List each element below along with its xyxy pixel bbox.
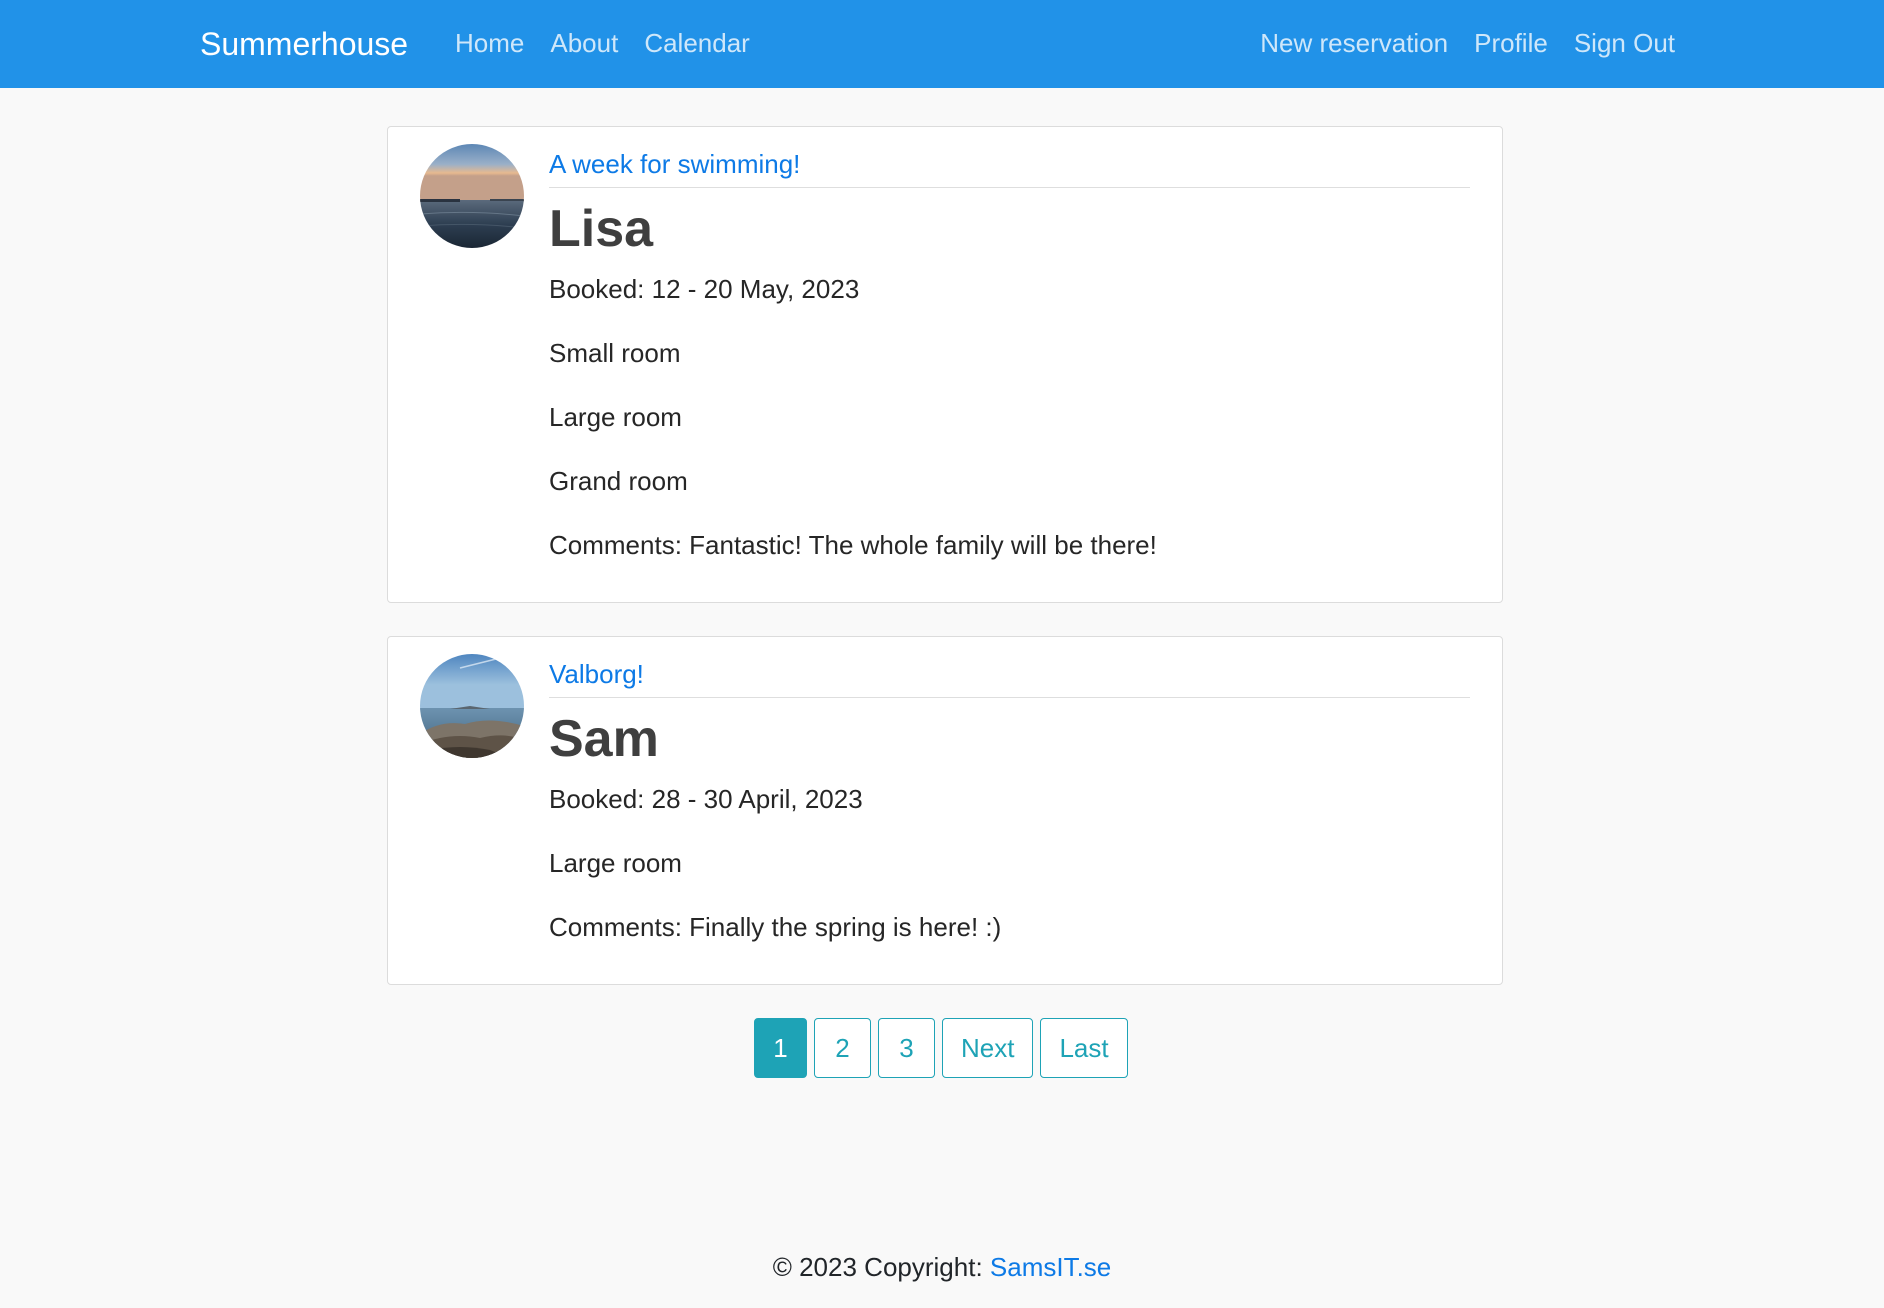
- reservation-body: Valborg! Sam Booked: 28 - 30 April, 2023…: [549, 657, 1470, 974]
- avatar-sunset-sea-image: [420, 144, 524, 248]
- reservation-body: A week for swimming! Lisa Booked: 12 - 2…: [549, 147, 1470, 592]
- nav-link-sign-out[interactable]: Sign Out: [1574, 26, 1675, 60]
- reservation-room: Small room: [549, 338, 681, 368]
- reservation-card: Valborg! Sam Booked: 28 - 30 April, 2023…: [387, 636, 1503, 985]
- avatar-rocky-shore-image: [420, 654, 524, 758]
- avatar: [420, 654, 524, 758]
- reservation-guest-name: Lisa: [549, 200, 654, 258]
- reservation-comments: Comments: Finally the spring is here! :): [549, 912, 1002, 942]
- avatar: [420, 144, 524, 248]
- nav-link-profile[interactable]: Profile: [1474, 26, 1548, 60]
- footer-link[interactable]: SamsIT.se: [990, 1252, 1111, 1282]
- last-page-button[interactable]: Last: [1040, 1018, 1128, 1078]
- reservation-room: Large room: [549, 402, 682, 432]
- next-page-button[interactable]: Next: [942, 1018, 1034, 1078]
- reservation-title-link[interactable]: A week for swimming!: [549, 147, 1470, 188]
- nav-link-about[interactable]: About: [550, 26, 618, 60]
- footer: © 2023 Copyright: SamsIT.se: [0, 1250, 1884, 1284]
- reservation-guest-name: Sam: [549, 710, 659, 768]
- reservation-card: A week for swimming! Lisa Booked: 12 - 2…: [387, 126, 1503, 603]
- nav-right-links: New reservation Profile Sign Out: [1260, 26, 1675, 60]
- pagination: 1 2 3 Next Last: [754, 1018, 1128, 1078]
- reservation-booked-dates: Booked: 28 - 30 April, 2023: [549, 784, 863, 814]
- page-button-3[interactable]: 3: [878, 1018, 935, 1078]
- nav-left-links: Home About Calendar: [455, 26, 750, 60]
- reservation-room: Large room: [549, 848, 682, 878]
- reservation-title-link[interactable]: Valborg!: [549, 657, 1470, 698]
- nav-link-calendar[interactable]: Calendar: [644, 26, 750, 60]
- navbar: Summerhouse Home About Calendar New rese…: [0, 0, 1884, 88]
- page-button-2[interactable]: 2: [814, 1018, 871, 1078]
- nav-link-home[interactable]: Home: [455, 26, 524, 60]
- footer-copyright-text: © 2023 Copyright:: [772, 1252, 990, 1282]
- reservation-booked-dates: Booked: 12 - 20 May, 2023: [549, 274, 860, 304]
- reservation-comments: Comments: Fantastic! The whole family wi…: [549, 530, 1157, 560]
- brand-link[interactable]: Summerhouse: [200, 24, 408, 64]
- page-button-1[interactable]: 1: [754, 1018, 807, 1078]
- reservation-room: Grand room: [549, 466, 688, 496]
- nav-link-new-reservation[interactable]: New reservation: [1260, 26, 1448, 60]
